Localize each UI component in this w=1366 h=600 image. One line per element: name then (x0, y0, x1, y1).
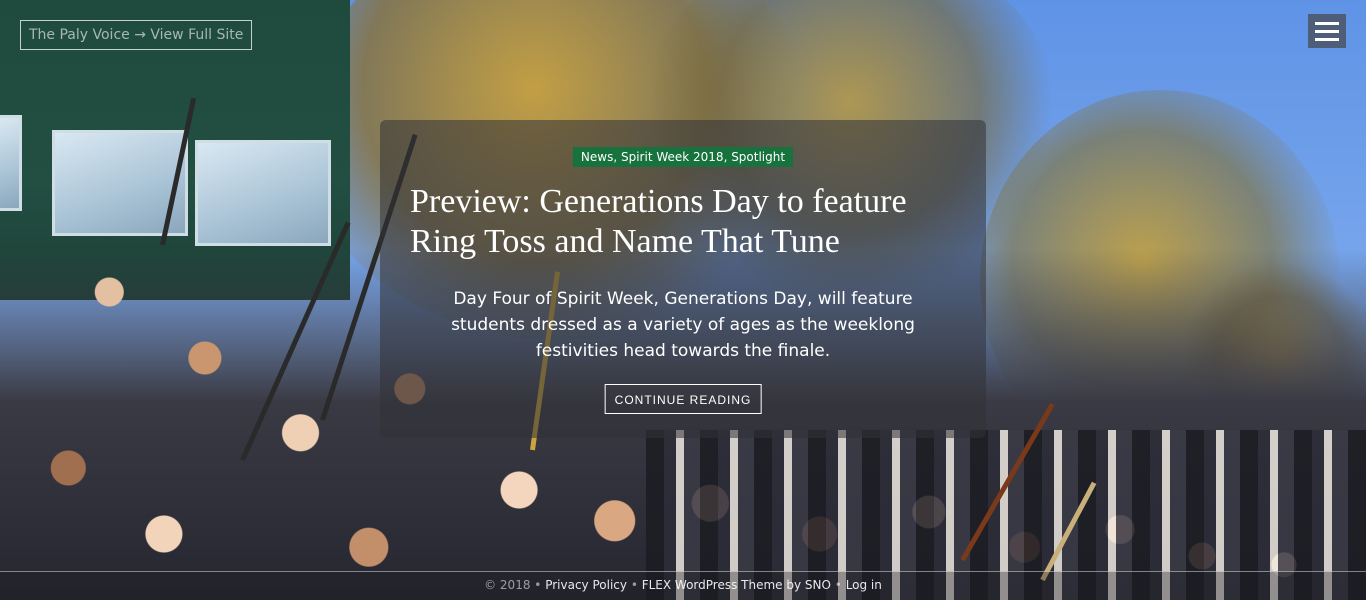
menu-icon-bar (1315, 37, 1339, 41)
site-footer: © 2018 • Privacy Policy • FLEX WordPress… (0, 571, 1366, 600)
story-headline[interactable]: Preview: Generations Day to feature Ring… (410, 182, 970, 262)
page: The Paly Voice → View Full Site News, Sp… (0, 0, 1366, 600)
privacy-policy-link[interactable]: Privacy Policy (545, 578, 627, 592)
theme-credit-link[interactable]: FLEX WordPress Theme by SNO (642, 578, 831, 592)
hamburger-menu-icon[interactable] (1308, 14, 1346, 48)
continue-reading-button[interactable]: CONTINUE READING (604, 384, 762, 414)
footer-separator: • (534, 578, 542, 592)
footer-copyright: © 2018 (484, 578, 531, 592)
story-category-tag[interactable]: News, Spirit Week 2018, Spotlight (572, 147, 794, 167)
menu-icon-bar (1315, 21, 1339, 25)
footer-separator: • (834, 578, 842, 592)
log-in-link[interactable]: Log in (846, 578, 882, 592)
footer-separator: • (630, 578, 638, 592)
featured-story-card: News, Spirit Week 2018, Spotlight Previe… (380, 120, 986, 438)
story-teaser: Day Four of Spirit Week, Generations Day… (451, 289, 915, 361)
view-full-site-link[interactable]: The Paly Voice → View Full Site (20, 20, 253, 50)
menu-icon-bar (1315, 29, 1339, 33)
